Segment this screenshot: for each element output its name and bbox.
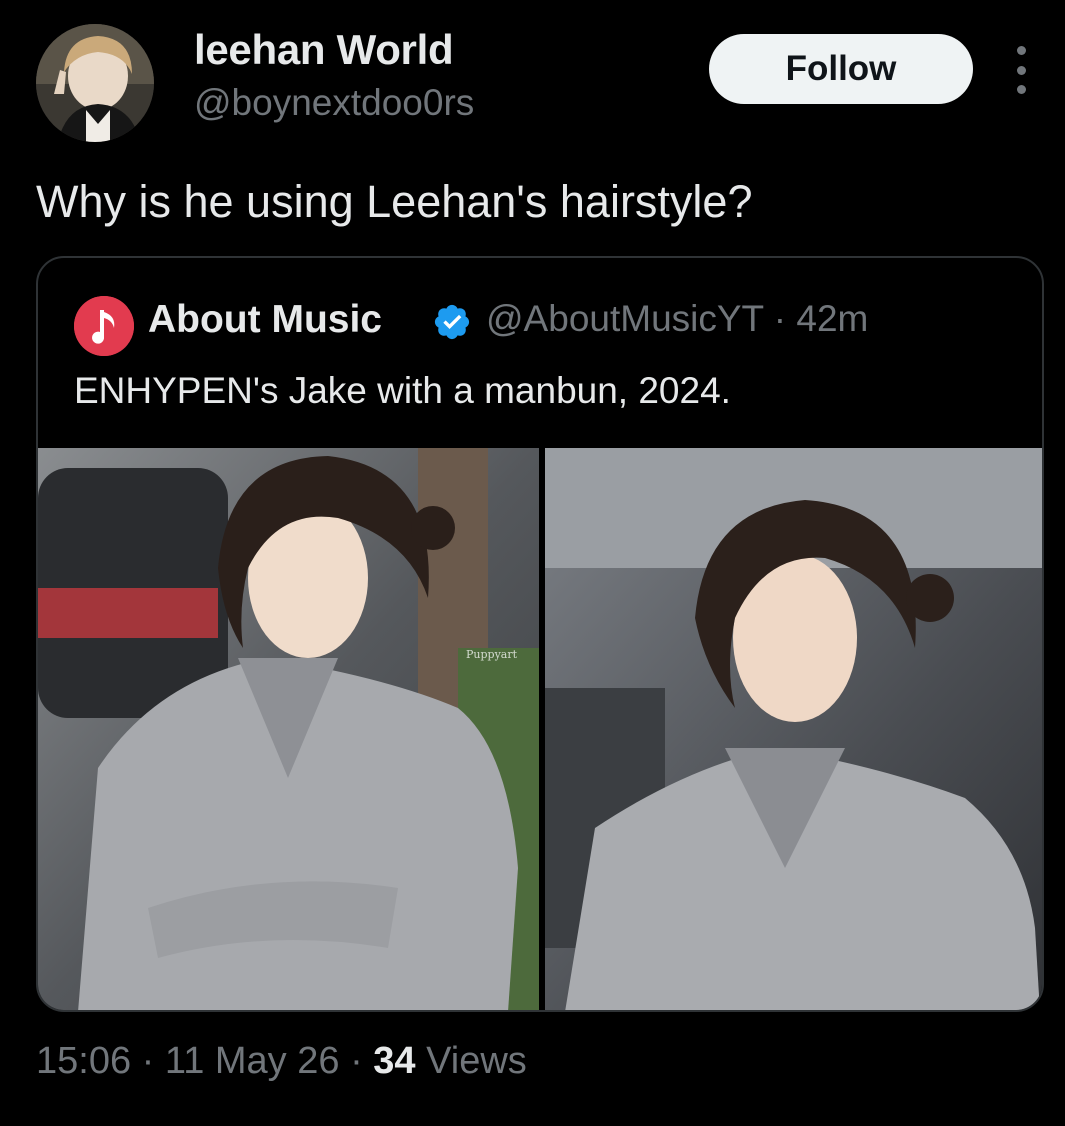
quoted-age[interactable]: 42m [796,298,868,339]
dot [1016,46,1026,55]
quoted-photo-2[interactable] [545,448,1042,1010]
quoted-text: ENHYPEN's Jake with a manbun, 2024. [74,370,731,411]
meta-separator: · [773,298,787,339]
photo-watermark: Puppyart [466,648,518,661]
meta-separator: · [141,1040,155,1082]
author-avatar[interactable] [36,24,154,142]
follow-button[interactable]: Follow [709,34,973,104]
views-label[interactable]: Views [426,1040,527,1082]
tweet-meta: 15:06 · 11 May 26 · 34 Views [36,1040,527,1083]
quoted-photo-1[interactable]: Puppyart [38,448,539,1010]
verified-badge-icon [434,304,470,340]
dot [1016,85,1026,94]
meta-separator: · [350,1040,363,1082]
music-note-icon [74,296,134,356]
author-handle[interactable]: @boynextdoo0rs [194,82,474,124]
views-count[interactable]: 34 [373,1040,415,1082]
dot [1016,65,1026,75]
quoted-display-name[interactable]: About Music [148,298,382,342]
author-display-name[interactable]: leehan World [194,26,454,74]
tweet-date[interactable]: 11 May 26 [165,1040,340,1082]
tweet: leehan World @boynextdoo0rs Follow Why i… [0,0,1065,1126]
quoted-tweet-card[interactable]: About Music @AboutMusicYT · 42m ENHYPEN'… [36,256,1044,1012]
more-vertical-icon[interactable] [1006,46,1036,94]
tweet-text: Why is he using Leehan's hairstyle? [36,176,753,227]
quoted-handle[interactable]: @AboutMusicYT [486,298,763,339]
tweet-time[interactable]: 15:06 [36,1040,131,1082]
quoted-meta: @AboutMusicYT · 42m [486,298,868,340]
quoted-author-avatar[interactable] [74,296,134,356]
